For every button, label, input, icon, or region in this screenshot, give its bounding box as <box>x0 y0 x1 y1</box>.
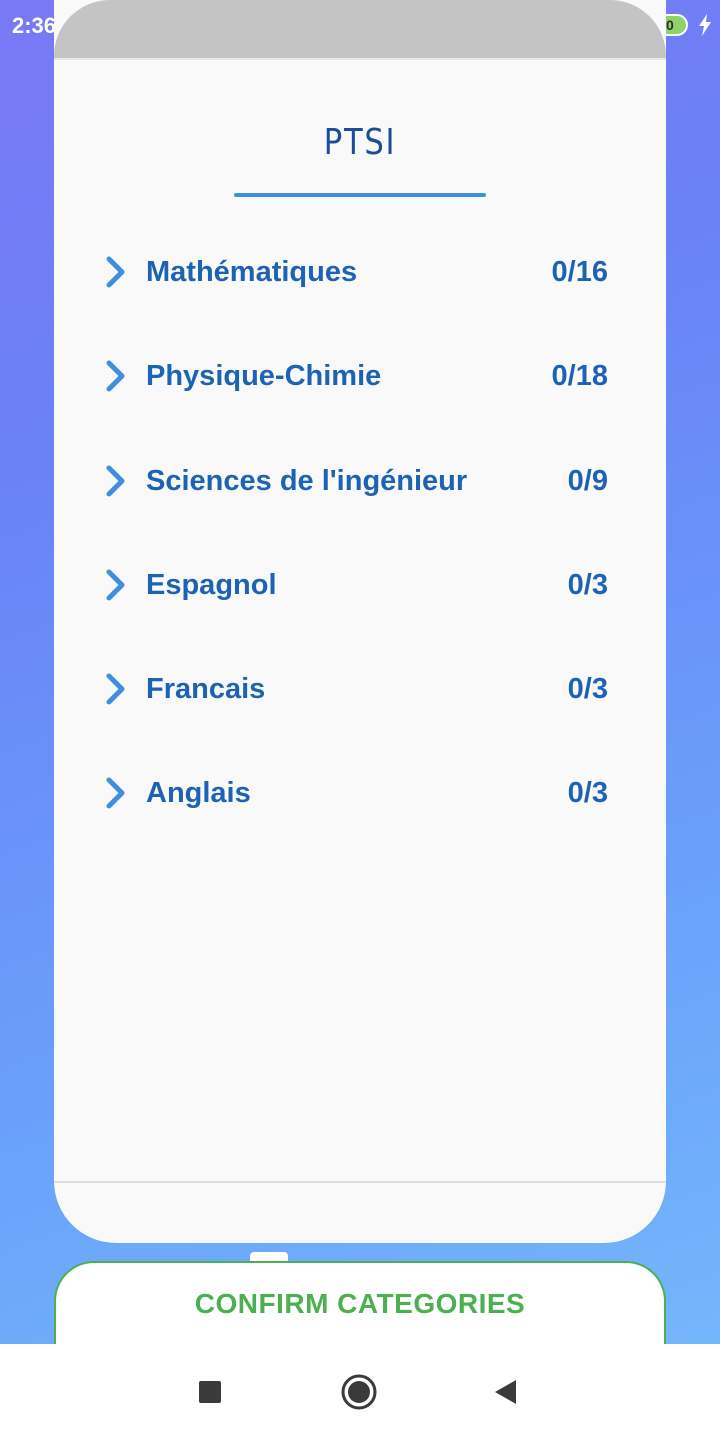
category-count: 0/3 <box>567 569 608 601</box>
category-count: 0/18 <box>551 360 608 392</box>
chevron-right-icon <box>106 360 125 392</box>
category-label: Mathématiques <box>146 256 358 288</box>
category-item-sciences-ingenieur[interactable]: Sciences de l'ingénieur 0/9 <box>54 429 666 533</box>
chevron-right-icon <box>106 673 125 705</box>
category-count: 0/16 <box>551 256 608 288</box>
category-label: Physique-Chimie <box>146 360 382 392</box>
category-label: Anglais <box>146 777 251 809</box>
category-count: 0/3 <box>567 673 608 705</box>
category-item-physique-chimie[interactable]: Physique-Chimie 0/18 <box>54 324 666 428</box>
category-count: 0/3 <box>567 777 608 809</box>
title-underline <box>234 193 486 197</box>
chevron-right-icon <box>106 256 125 288</box>
card-header-bar <box>54 0 666 60</box>
page-title: PTSI <box>323 122 397 163</box>
circle-home-icon[interactable] <box>339 1372 379 1412</box>
category-card: PTSI Mathématiques 0/16 Physique-Chimie … <box>54 0 666 1243</box>
category-count: 0/9 <box>567 465 608 497</box>
triangle-back-icon[interactable] <box>486 1372 526 1412</box>
category-item-mathematiques[interactable]: Mathématiques 0/16 <box>54 220 666 324</box>
chevron-right-icon <box>106 465 125 497</box>
system-nav-bar <box>0 1344 720 1440</box>
square-icon[interactable] <box>190 1372 230 1412</box>
charging-bolt-icon <box>699 14 711 36</box>
category-label: Espagnol <box>146 569 277 601</box>
category-item-anglais[interactable]: Anglais 0/3 <box>54 741 666 845</box>
confirm-categories-button[interactable]: CONFIRM CATEGORIES <box>54 1261 666 1345</box>
card-divider <box>54 1181 666 1183</box>
category-item-francais[interactable]: Francais 0/3 <box>54 637 666 741</box>
category-label: Francais <box>146 673 266 705</box>
category-label: Sciences de l'ingénieur <box>146 465 468 497</box>
chevron-right-icon <box>106 569 125 601</box>
category-item-espagnol[interactable]: Espagnol 0/3 <box>54 533 666 637</box>
status-time: 2:36 <box>12 13 57 38</box>
chevron-right-icon <box>106 777 125 809</box>
